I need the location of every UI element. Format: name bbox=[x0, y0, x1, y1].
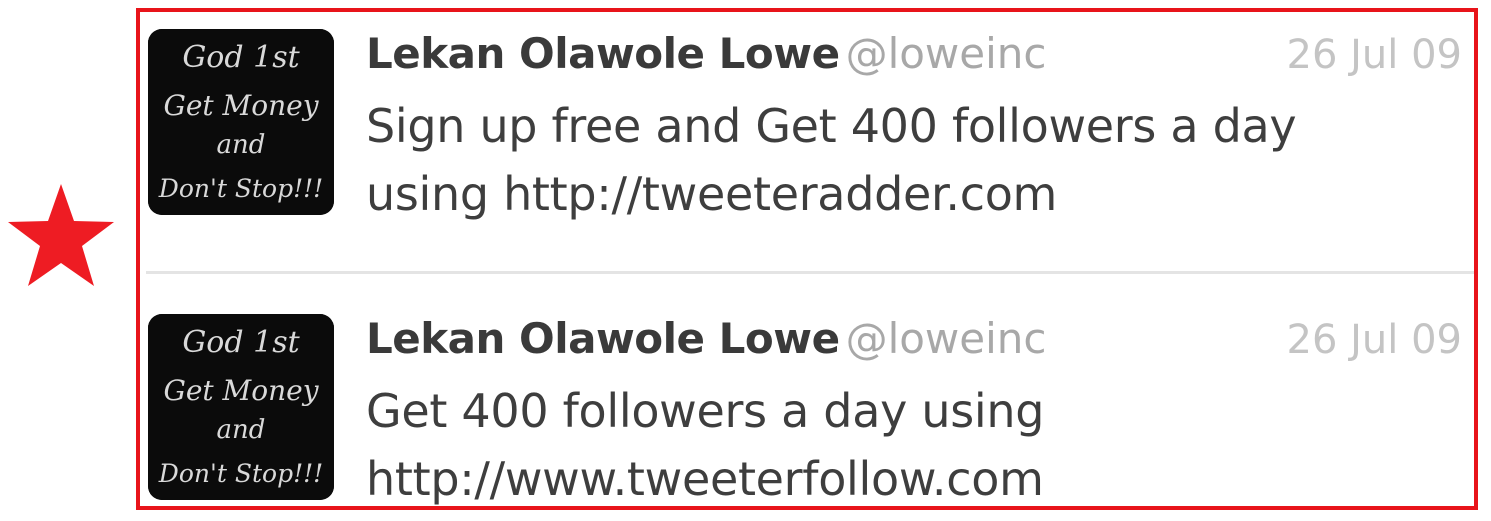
user-name[interactable]: Lekan Olawole Lowe @loweinc bbox=[366, 313, 1047, 365]
tweet-text: Get 400 followers a day using http://www… bbox=[366, 377, 1446, 513]
user-handle[interactable]: @loweinc bbox=[846, 29, 1047, 78]
avatar-line: and bbox=[217, 415, 266, 445]
avatar-line: and bbox=[217, 130, 266, 160]
user-handle[interactable]: @loweinc bbox=[846, 314, 1047, 363]
tweet-date: 26 Jul 09 bbox=[1286, 32, 1463, 78]
divider bbox=[146, 271, 1474, 274]
tweet-date: 26 Jul 09 bbox=[1286, 317, 1463, 363]
avatar-line: Don't Stop!!! bbox=[158, 459, 323, 488]
tweet-text: Sign up free and Get 400 followers a day… bbox=[366, 92, 1446, 228]
display-name[interactable]: Lekan Olawole Lowe bbox=[366, 314, 840, 363]
avatar-line: Get Money bbox=[163, 89, 319, 122]
screenshot: God 1st Get Money and Don't Stop!!! Leka… bbox=[0, 0, 1491, 521]
tweet-text-line: http://www.tweeterfollow.com bbox=[366, 452, 1044, 506]
tweet-text-line: Get 400 followers a day using bbox=[366, 384, 1045, 438]
avatar[interactable]: God 1st Get Money and Don't Stop!!! bbox=[148, 29, 334, 215]
tweet[interactable]: God 1st Get Money and Don't Stop!!! Leka… bbox=[140, 297, 1474, 521]
highlight-frame: God 1st Get Money and Don't Stop!!! Leka… bbox=[136, 8, 1478, 510]
tweet-text-line: using http://tweeteradder.com bbox=[366, 167, 1058, 221]
avatar-line: God 1st bbox=[182, 40, 300, 75]
tweet[interactable]: God 1st Get Money and Don't Stop!!! Leka… bbox=[140, 12, 1474, 258]
avatar-line: Get Money bbox=[163, 374, 319, 407]
tweet-text-line: Sign up free and Get 400 followers a day bbox=[366, 99, 1297, 153]
avatar-line: God 1st bbox=[182, 325, 300, 360]
avatar-line: Don't Stop!!! bbox=[158, 174, 323, 203]
star-icon bbox=[8, 184, 114, 286]
avatar[interactable]: God 1st Get Money and Don't Stop!!! bbox=[148, 314, 334, 500]
user-name[interactable]: Lekan Olawole Lowe @loweinc bbox=[366, 28, 1047, 80]
display-name[interactable]: Lekan Olawole Lowe bbox=[366, 29, 840, 78]
